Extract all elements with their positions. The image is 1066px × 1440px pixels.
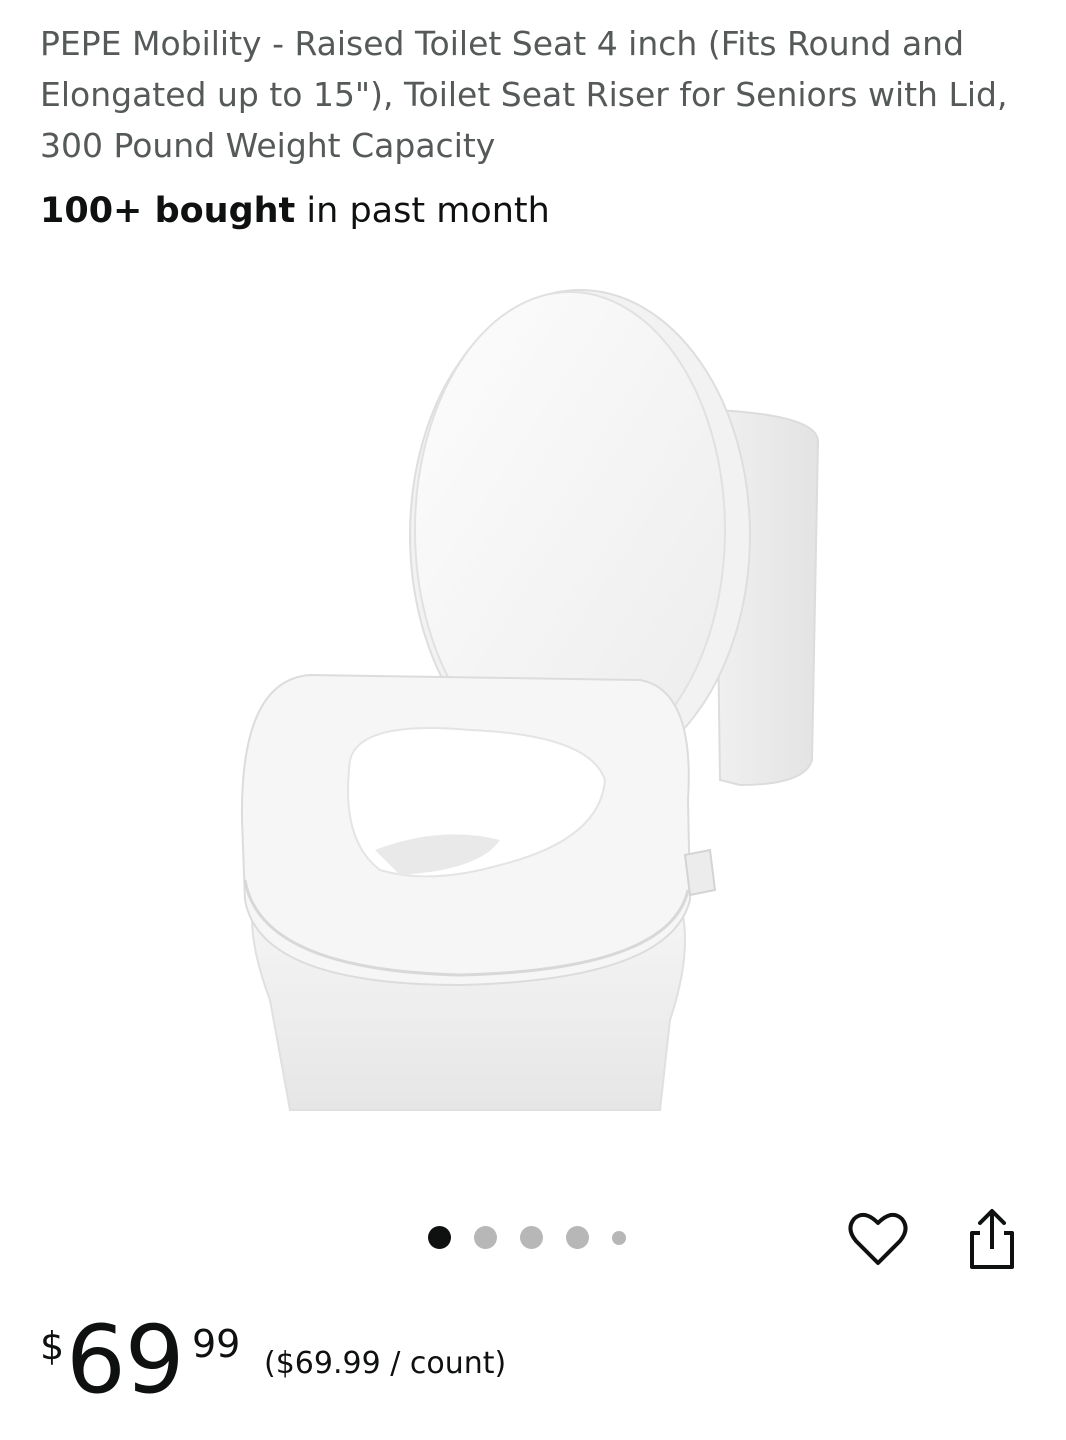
bought-suffix: in past month bbox=[295, 191, 550, 231]
heart-icon bbox=[848, 1212, 908, 1265]
product-image[interactable] bbox=[200, 280, 860, 1120]
carousel-dot-1[interactable] bbox=[428, 1226, 451, 1249]
share-button[interactable] bbox=[962, 1205, 1022, 1273]
toilet-seat-illustration bbox=[240, 289, 820, 1111]
carousel-dot-3[interactable] bbox=[520, 1226, 543, 1249]
carousel-dot-4[interactable] bbox=[566, 1226, 589, 1249]
price-whole: 69 bbox=[66, 1306, 185, 1415]
carousel-dot-5[interactable] bbox=[612, 1230, 626, 1245]
product-title: PEPE Mobility - Raised Toilet Seat 4 inc… bbox=[40, 24, 1008, 165]
carousel-dot-2[interactable] bbox=[474, 1226, 497, 1249]
price-currency-symbol: $ bbox=[40, 1324, 65, 1368]
add-to-favorites-button[interactable] bbox=[845, 1208, 911, 1270]
bought-in-past-month: 100+ bought in past month bbox=[40, 185, 550, 237]
image-carousel-indicators[interactable] bbox=[428, 1226, 626, 1249]
unit-price: ($69.99 / count) bbox=[264, 1346, 507, 1381]
price-fraction: 99 bbox=[192, 1322, 241, 1366]
bought-count: 100+ bought bbox=[40, 191, 296, 231]
share-icon bbox=[970, 1209, 1014, 1269]
